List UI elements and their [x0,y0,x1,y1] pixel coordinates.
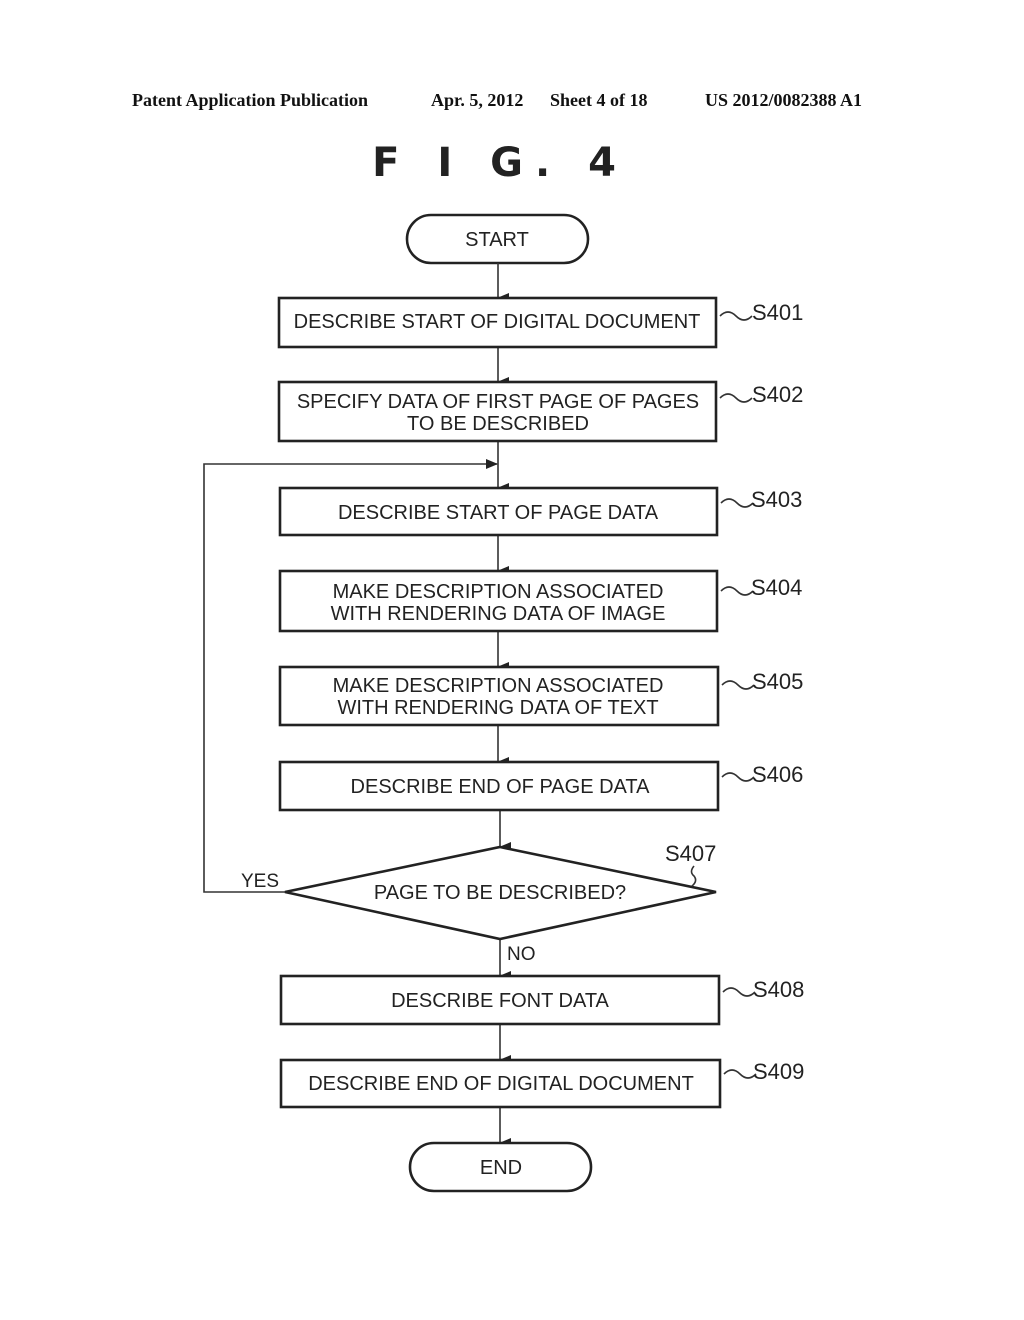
leader-tilde-icon [721,772,755,782]
step-s402: SPECIFY DATA OF FIRST PAGE OF PAGES TO B… [277,380,803,443]
decision-question: PAGE TO BE DESCRIBED? [374,882,626,904]
leader-tilde-icon [690,865,697,887]
step-id: S405 [752,669,803,694]
start-label: START [465,229,529,251]
leader-tilde-icon [722,987,756,997]
step-text: SPECIFY DATA OF FIRST PAGE OF PAGES [297,391,699,413]
step-id: S402 [752,382,803,407]
leader-tilde-icon [723,1069,757,1079]
leader-tilde-icon [720,586,754,596]
step-text: MAKE DESCRIPTION ASSOCIATED [333,675,664,697]
step-text: WITH RENDERING DATA OF TEXT [337,697,658,719]
step-s409: DESCRIBE END OF DIGITAL DOCUMENT S409 [279,1058,804,1109]
decision-s407: PAGE TO BE DESCRIBED? S407 YES NO [241,841,716,965]
step-text: TO BE DESCRIBED [407,413,589,435]
no-label: NO [507,944,536,965]
step-id: S408 [753,977,804,1002]
step-id: S403 [751,487,802,512]
step-id: S409 [753,1059,804,1084]
step-text: DESCRIBE FONT DATA [391,990,609,1012]
step-text: MAKE DESCRIPTION ASSOCIATED [333,581,664,603]
step-s404: MAKE DESCRIPTION ASSOCIATED WITH RENDERI… [278,569,802,633]
step-s401: DESCRIBE START OF DIGITAL DOCUMENT S401 [277,296,803,349]
step-s403: DESCRIBE START OF PAGE DATA S403 [278,486,802,537]
step-id: S404 [751,575,802,600]
leader-tilde-icon [720,498,754,508]
step-s406: DESCRIBE END OF PAGE DATA S406 [278,760,803,812]
leader-tilde-icon [721,680,755,690]
step-text: DESCRIBE END OF DIGITAL DOCUMENT [308,1073,694,1095]
step-s405: MAKE DESCRIPTION ASSOCIATED WITH RENDERI… [278,665,803,727]
step-s408: DESCRIBE FONT DATA S408 [279,974,804,1026]
leader-tilde-icon [719,311,753,321]
flowchart: START DESCRIBE START OF DIGITAL DOCUMENT… [203,213,804,1193]
end-label: END [480,1157,522,1179]
step-text: DESCRIBE START OF DIGITAL DOCUMENT [294,311,701,333]
step-text: DESCRIBE END OF PAGE DATA [351,776,651,798]
end-terminal: END [408,1141,593,1193]
step-text: DESCRIBE START OF PAGE DATA [338,502,659,524]
step-id: S406 [752,762,803,787]
step-id: S401 [752,300,803,325]
leader-tilde-icon [719,393,753,403]
start-terminal: START [405,213,590,265]
step-text: WITH RENDERING DATA OF IMAGE [331,603,666,625]
yes-label: YES [241,871,279,892]
step-id: S407 [665,841,716,866]
